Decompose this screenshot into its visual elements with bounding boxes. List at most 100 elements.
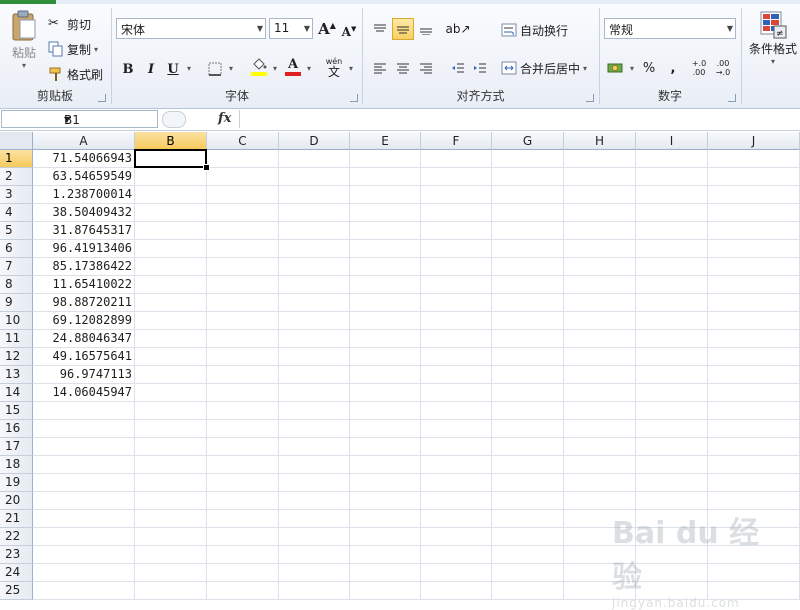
cell-c16[interactable]: [207, 420, 279, 438]
italic-button[interactable]: I: [140, 58, 162, 80]
cell-a21[interactable]: [33, 510, 135, 528]
cell-a4[interactable]: 38.50409432: [33, 204, 135, 222]
cell-i11[interactable]: [636, 330, 708, 348]
cell-j18[interactable]: [708, 456, 800, 474]
cell-d3[interactable]: [279, 186, 350, 204]
cell-b11[interactable]: [135, 330, 207, 348]
cell-g1[interactable]: [492, 150, 564, 168]
cell-j8[interactable]: [708, 276, 800, 294]
cell-b22[interactable]: [135, 528, 207, 546]
cell-h1[interactable]: [564, 150, 636, 168]
cell-g21[interactable]: [492, 510, 564, 528]
cell-i8[interactable]: [636, 276, 708, 294]
cell-i2[interactable]: [636, 168, 708, 186]
cell-d22[interactable]: [279, 528, 350, 546]
row-header-14[interactable]: 14: [0, 384, 33, 402]
cell-i4[interactable]: [636, 204, 708, 222]
font-size-select[interactable]: 11 ▼: [269, 18, 313, 39]
cell-d13[interactable]: [279, 366, 350, 384]
font-color-dropdown-icon[interactable]: ▾: [307, 64, 311, 73]
accounting-dropdown-icon[interactable]: ▾: [630, 64, 634, 73]
cell-e16[interactable]: [350, 420, 421, 438]
cell-h11[interactable]: [564, 330, 636, 348]
row-header-19[interactable]: 19: [0, 474, 33, 492]
cell-b2[interactable]: [135, 168, 207, 186]
merge-center-button[interactable]: 合并后居中 ▾: [501, 58, 587, 78]
conditional-format-button[interactable]: ≠ 条件格式 ▾: [746, 10, 800, 82]
number-format-select[interactable]: 常规 ▼: [604, 18, 736, 39]
cell-e3[interactable]: [350, 186, 421, 204]
cell-a14[interactable]: 14.06045947: [33, 384, 135, 402]
cell-b19[interactable]: [135, 474, 207, 492]
cell-e12[interactable]: [350, 348, 421, 366]
formula-bar-splitter[interactable]: [162, 111, 186, 128]
row-header-22[interactable]: 22: [0, 528, 33, 546]
cell-h8[interactable]: [564, 276, 636, 294]
cell-d14[interactable]: [279, 384, 350, 402]
cell-g25[interactable]: [492, 582, 564, 600]
row-header-18[interactable]: 18: [0, 456, 33, 474]
cell-c19[interactable]: [207, 474, 279, 492]
cell-a7[interactable]: 85.17386422: [33, 258, 135, 276]
merge-dropdown-icon[interactable]: ▾: [583, 64, 587, 73]
cell-d2[interactable]: [279, 168, 350, 186]
column-header-e[interactable]: E: [350, 132, 421, 150]
column-header-c[interactable]: C: [207, 132, 279, 150]
cell-f24[interactable]: [421, 564, 492, 582]
cell-j2[interactable]: [708, 168, 800, 186]
cell-b25[interactable]: [135, 582, 207, 600]
cell-c21[interactable]: [207, 510, 279, 528]
align-middle-button[interactable]: [392, 18, 414, 40]
number-dialog-launcher[interactable]: [728, 94, 736, 102]
row-header-4[interactable]: 4: [0, 204, 33, 222]
cell-b7[interactable]: [135, 258, 207, 276]
cell-h18[interactable]: [564, 456, 636, 474]
comma-style-button[interactable]: ,: [662, 57, 684, 79]
cell-f9[interactable]: [421, 294, 492, 312]
align-left-button[interactable]: [369, 57, 391, 79]
cell-d17[interactable]: [279, 438, 350, 456]
cell-i15[interactable]: [636, 402, 708, 420]
cell-f1[interactable]: [421, 150, 492, 168]
cell-f18[interactable]: [421, 456, 492, 474]
cell-c8[interactable]: [207, 276, 279, 294]
cell-f14[interactable]: [421, 384, 492, 402]
cell-d16[interactable]: [279, 420, 350, 438]
cell-e11[interactable]: [350, 330, 421, 348]
cell-d15[interactable]: [279, 402, 350, 420]
format-painter-button[interactable]: 格式刷: [48, 64, 103, 84]
cell-a2[interactable]: 63.54659549: [33, 168, 135, 186]
cell-d10[interactable]: [279, 312, 350, 330]
cell-g19[interactable]: [492, 474, 564, 492]
cell-f2[interactable]: [421, 168, 492, 186]
cell-c24[interactable]: [207, 564, 279, 582]
alignment-dialog-launcher[interactable]: [586, 94, 594, 102]
cell-g23[interactable]: [492, 546, 564, 564]
cell-d4[interactable]: [279, 204, 350, 222]
cell-b20[interactable]: [135, 492, 207, 510]
cell-j3[interactable]: [708, 186, 800, 204]
cell-g17[interactable]: [492, 438, 564, 456]
cell-a5[interactable]: 31.87645317: [33, 222, 135, 240]
cell-h13[interactable]: [564, 366, 636, 384]
underline-button[interactable]: U: [162, 58, 184, 80]
cell-g8[interactable]: [492, 276, 564, 294]
row-header-6[interactable]: 6: [0, 240, 33, 258]
cell-c11[interactable]: [207, 330, 279, 348]
cell-h17[interactable]: [564, 438, 636, 456]
row-header-8[interactable]: 8: [0, 276, 33, 294]
cell-e14[interactable]: [350, 384, 421, 402]
cell-e7[interactable]: [350, 258, 421, 276]
cell-a24[interactable]: [33, 564, 135, 582]
cell-i18[interactable]: [636, 456, 708, 474]
cell-d7[interactable]: [279, 258, 350, 276]
cell-b21[interactable]: [135, 510, 207, 528]
column-header-j[interactable]: J: [708, 132, 800, 150]
cell-a6[interactable]: 96.41913406: [33, 240, 135, 258]
chevron-down-icon[interactable]: ▼: [64, 115, 154, 124]
wrap-text-button[interactable]: 自动换行: [501, 20, 568, 40]
cell-e13[interactable]: [350, 366, 421, 384]
cell-e25[interactable]: [350, 582, 421, 600]
cell-c20[interactable]: [207, 492, 279, 510]
cell-a23[interactable]: [33, 546, 135, 564]
